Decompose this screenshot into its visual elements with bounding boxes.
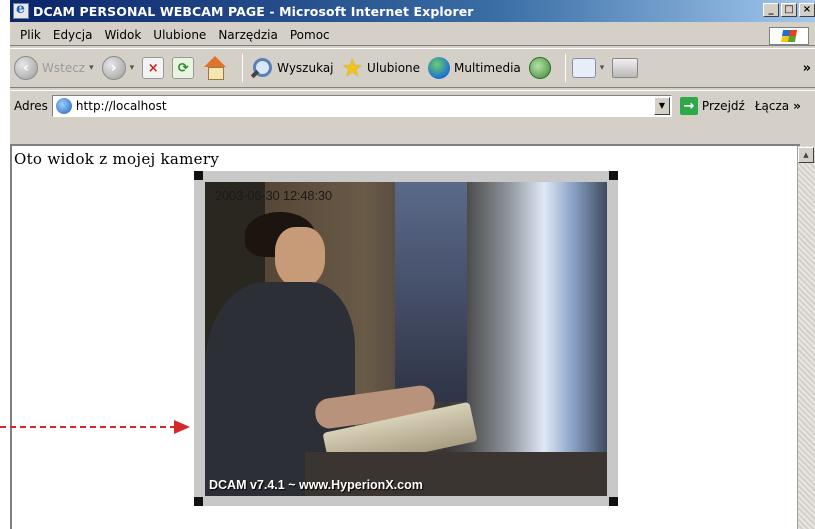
go-button[interactable]: → Przejdź — [679, 97, 745, 115]
media-button[interactable]: Multimedia — [428, 57, 521, 79]
ie-page-icon — [13, 1, 29, 19]
media-label: Multimedia — [454, 61, 521, 75]
poster — [395, 182, 475, 402]
maximize-button[interactable]: □ — [781, 3, 797, 17]
favorites-label: Ulubione — [367, 61, 421, 75]
mail-icon — [571, 58, 596, 78]
frame-corner — [609, 171, 618, 180]
menu-edycja[interactable]: Edycja — [47, 28, 99, 42]
pointer-arrow-line — [0, 426, 176, 428]
url-input[interactable] — [75, 99, 636, 113]
go-arrow-icon: → — [679, 97, 698, 115]
forward-dropdown-icon[interactable]: ▾ — [130, 63, 135, 73]
window-controls: _ □ × — [763, 3, 815, 17]
menu-bar: Plik Edycja Widok Ulubione Narzędzia Pom… — [10, 24, 815, 46]
title-bar[interactable]: DCAM PERSONAL WEBCAM PAGE - Microsoft In… — [10, 0, 815, 22]
vertical-scrollbar[interactable] — [797, 146, 815, 529]
webcam-caption: DCAM v7.4.1 ~ www.HyperionX.com — [209, 478, 423, 492]
toolbar-separator — [242, 54, 244, 82]
toolbar-separator — [564, 54, 566, 82]
toolbar: ‹ Wstecz ▾ › ▾ × ⟳ Wyszukaj ★ Ulubione M… — [10, 48, 815, 88]
history-icon — [528, 57, 551, 79]
search-icon — [249, 56, 273, 80]
home-button[interactable] — [202, 56, 228, 80]
stop-icon: × — [142, 57, 165, 79]
history-button[interactable] — [528, 57, 551, 79]
star-icon: ★ — [341, 54, 364, 82]
webcam-image: 2003-06-30 12:48:30 DCAM v7.4.1 ~ www.Hy… — [205, 182, 607, 496]
page-heading-text: Oto widok z mojej kamery — [14, 150, 220, 168]
monitor — [467, 182, 607, 482]
close-button[interactable]: × — [799, 3, 815, 17]
windows-logo-icon — [769, 27, 809, 45]
address-bar: Adres ▼ → Przejdź Łącza » — [10, 90, 815, 140]
favorites-button[interactable]: ★ Ulubione — [342, 56, 421, 80]
refresh-button[interactable]: ⟳ — [172, 57, 195, 79]
page-icon — [55, 98, 72, 114]
stop-button[interactable]: × — [142, 57, 165, 79]
printer-icon — [612, 58, 639, 78]
person-face — [275, 227, 325, 287]
mail-dropdown-icon[interactable]: ▾ — [600, 63, 605, 73]
toolbar-more-chevron[interactable]: » — [803, 61, 811, 76]
frame-corner — [194, 497, 203, 506]
links-button[interactable]: Łącza — [755, 99, 789, 113]
pointer-arrow-head — [174, 420, 190, 434]
menu-narzedzia[interactable]: Narzędzia — [212, 28, 284, 42]
back-label: Wstecz — [42, 61, 86, 75]
refresh-icon: ⟳ — [172, 57, 195, 79]
mail-button[interactable]: ▾ — [571, 58, 605, 78]
menu-ulubione[interactable]: Ulubione — [147, 28, 212, 42]
menu-plik[interactable]: Plik — [14, 28, 47, 42]
back-button[interactable]: ‹ Wstecz ▾ — [14, 56, 94, 80]
menu-pomoc[interactable]: Pomoc — [284, 28, 336, 42]
forward-arrow-icon: › — [101, 56, 126, 80]
scroll-up-icon[interactable]: ▲ — [798, 147, 814, 163]
back-dropdown-icon[interactable]: ▾ — [89, 63, 94, 73]
frame-corner — [609, 497, 618, 506]
media-globe-icon — [428, 57, 451, 79]
address-dropdown-icon[interactable]: ▼ — [653, 97, 670, 115]
search-button[interactable]: Wyszukaj — [249, 56, 334, 80]
minimize-button[interactable]: _ — [763, 3, 779, 17]
address-label: Adres — [14, 99, 48, 113]
print-button[interactable] — [612, 58, 639, 78]
webcam-timestamp: 2003-06-30 12:48:30 — [215, 188, 332, 203]
go-label: Przejdź — [701, 99, 745, 113]
back-arrow-icon: ‹ — [14, 56, 38, 80]
menu-widok[interactable]: Widok — [98, 28, 147, 42]
window-title: DCAM PERSONAL WEBCAM PAGE - Microsoft In… — [33, 3, 474, 19]
address-field[interactable]: ▼ — [51, 95, 672, 117]
search-label: Wyszukaj — [277, 61, 334, 75]
links-more-chevron[interactable]: » — [793, 99, 801, 113]
forward-button[interactable]: › ▾ — [101, 56, 135, 80]
home-icon — [202, 56, 228, 80]
frame-corner — [194, 171, 203, 180]
